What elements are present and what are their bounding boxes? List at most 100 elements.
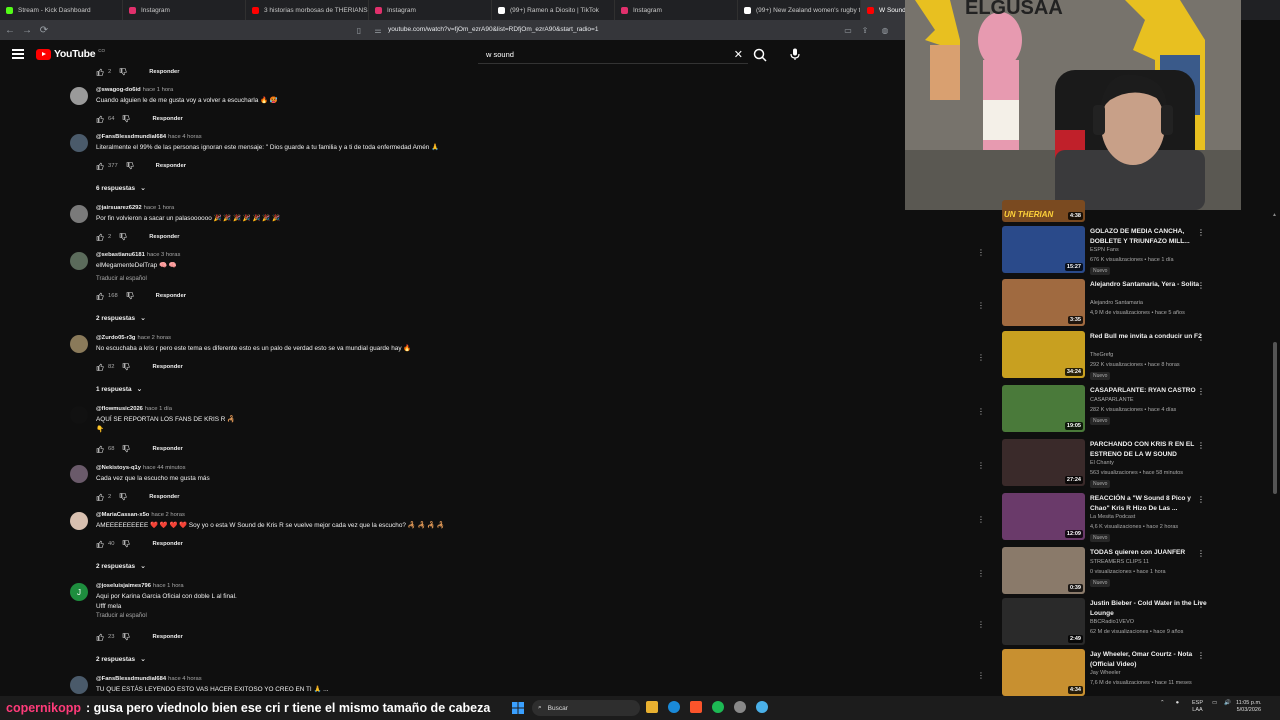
extension-icon[interactable]: ◍ [880, 25, 890, 35]
browser-tab[interactable]: (99+) New Zealand women's rugby te [738, 0, 861, 20]
forward-icon[interactable]: → [20, 23, 34, 37]
video-thumbnail[interactable]: 0:39 [1002, 547, 1085, 594]
video-title[interactable]: GOLAZO DE MEDIA CANCHA, DOBLETE Y TRIUNF… [1090, 227, 1210, 246]
settings-icon[interactable] [734, 701, 746, 713]
recommendation-item[interactable]: 34:24 Red Bull me invita a conducir un F2… [1002, 331, 1242, 383]
spotify-icon[interactable] [712, 701, 724, 713]
reload-icon[interactable]: ⟳ [37, 23, 51, 37]
youtube-logo[interactable]: YouTube CO [36, 48, 105, 60]
more-options-icon[interactable]: ⋮ [1197, 441, 1205, 450]
brave-icon[interactable] [690, 701, 702, 713]
avatar[interactable] [70, 676, 88, 694]
windows-start-icon[interactable] [512, 701, 524, 714]
view-replies-button[interactable]: 2 respuestas ⌄ [96, 314, 146, 323]
channel-name[interactable]: TheGrefg [1090, 352, 1113, 358]
video-thumbnail[interactable]: 3:35 [1002, 279, 1085, 326]
reply-button[interactable]: Responder [156, 163, 186, 169]
avatar[interactable] [70, 205, 88, 223]
more-options-icon[interactable]: ⋮ [1197, 600, 1205, 609]
like-icon[interactable] [96, 363, 104, 371]
more-options-icon[interactable]: ⋮ [1197, 495, 1205, 504]
comment-time[interactable]: hace 1 hora [153, 583, 184, 589]
reply-button[interactable]: Responder [149, 234, 179, 240]
avatar[interactable] [70, 406, 88, 424]
browser-tab[interactable]: (99+) Ramen a Diosito | TikTok [492, 0, 615, 20]
translate-link[interactable]: Traducir al español [96, 613, 147, 619]
like-icon[interactable] [96, 68, 104, 76]
taskbar-search[interactable]: ⌕ Buscar [532, 700, 640, 716]
avatar[interactable] [70, 512, 88, 530]
more-options-icon[interactable]: ⋮ [1197, 228, 1205, 237]
dislike-icon[interactable] [122, 444, 130, 453]
dislike-icon[interactable] [122, 539, 130, 548]
more-options-icon[interactable]: ⋮ [1197, 549, 1205, 558]
video-title[interactable]: Justin Bieber - Cold Water in the Live L… [1090, 599, 1210, 618]
comment-time[interactable]: hace 3 horas [147, 252, 181, 258]
translate-link[interactable]: Traducir al español [96, 276, 147, 282]
browser-tab[interactable]: Instagram [123, 0, 246, 20]
like-icon[interactable] [96, 445, 104, 453]
comment-username[interactable]: @sebastianu6181 [96, 252, 145, 258]
video-title[interactable]: CASAPARLANTE: RYAN CASTRO [1090, 386, 1210, 396]
comment-username[interactable]: @flowmusic2026 [96, 406, 143, 412]
view-replies-button[interactable]: 1 respuesta ⌄ [96, 385, 142, 394]
comment-time[interactable]: hace 1 día [145, 406, 172, 412]
comment-time[interactable]: hace 2 horas [151, 512, 185, 518]
more-options-icon[interactable]: ⋮ [977, 569, 985, 578]
comment-username[interactable]: @Nekistoys-q1y [96, 465, 141, 471]
browser-tab[interactable]: 3 historias morbosas de THERIANS [246, 0, 369, 20]
like-icon[interactable] [96, 115, 104, 123]
recommendation-item[interactable]: 19:05 CASAPARLANTE: RYAN CASTRO CASAPARLAN… [1002, 385, 1242, 437]
video-thumbnail[interactable]: 19:05 [1002, 385, 1085, 432]
dislike-icon[interactable] [126, 291, 134, 300]
view-replies-button[interactable]: 2 respuestas ⌄ [96, 655, 146, 664]
like-icon[interactable] [96, 633, 104, 641]
video-title[interactable]: Alejandro Santamaria, Yera - Solita [1090, 280, 1210, 290]
avatar[interactable] [70, 87, 88, 105]
avatar[interactable] [70, 465, 88, 483]
comment-username[interactable]: @swagog-do6id [96, 87, 141, 93]
comment-time[interactable]: hace 44 minutos [143, 465, 186, 471]
recommendation-item[interactable]: 4:34 Jay Wheeler, Omar Courtz - Nota (Off… [1002, 649, 1242, 701]
reply-button[interactable]: Responder [152, 364, 182, 370]
bookmark-icon[interactable]: ▯ [354, 25, 364, 35]
avatar[interactable] [70, 134, 88, 152]
more-options-icon[interactable]: ⋮ [977, 671, 985, 680]
channel-name[interactable]: El Chanty [1090, 460, 1114, 466]
search-input[interactable]: w sound ✕ [478, 46, 748, 64]
more-options-icon[interactable]: ⋮ [977, 515, 985, 524]
more-options-icon[interactable]: ⋮ [977, 301, 985, 310]
app-icon[interactable] [756, 701, 768, 713]
more-options-icon[interactable]: ⋮ [977, 620, 985, 629]
comment-time[interactable]: hace 4 horas [168, 134, 202, 140]
dislike-icon[interactable] [119, 67, 127, 76]
like-icon[interactable] [96, 162, 104, 170]
dislike-icon[interactable] [119, 232, 127, 241]
scrollbar-arrow-icon[interactable]: ▲ [1272, 212, 1277, 218]
browser-tab[interactable]: Stream - Kick Dashboard [0, 0, 123, 20]
comment-username[interactable]: @FansBlessdmundial684 [96, 134, 166, 140]
dislike-icon[interactable] [122, 114, 130, 123]
recommendation-partial[interactable]: UN THERIAN 4:38 [1002, 200, 1242, 222]
reply-button[interactable]: Responder [152, 116, 182, 122]
file-explorer-icon[interactable] [646, 701, 658, 713]
video-thumbnail[interactable]: 4:34 [1002, 649, 1085, 696]
reply-button[interactable]: Responder [152, 634, 182, 640]
like-icon[interactable] [96, 540, 104, 548]
site-info-icon[interactable]: ⚌ [373, 25, 383, 35]
share-icon[interactable]: ⇪ [860, 25, 870, 35]
video-title[interactable]: REACCIÓN a "W Sound 8 Pico y Chao" Kris … [1090, 494, 1210, 513]
back-icon[interactable]: ← [3, 23, 17, 37]
more-options-icon[interactable]: ⋮ [1197, 281, 1205, 290]
video-thumbnail[interactable]: 34:24 [1002, 331, 1085, 378]
video-thumbnail[interactable]: 15:27 [1002, 226, 1085, 273]
tray-icon[interactable]: ⏺ [1176, 700, 1179, 707]
reply-button[interactable]: Responder [152, 541, 182, 547]
video-title[interactable]: Red Bull me invita a conducir un F2 [1090, 332, 1210, 342]
dislike-icon[interactable] [122, 632, 130, 641]
microphone-icon[interactable] [788, 47, 802, 61]
dislike-icon[interactable] [119, 492, 127, 501]
comment-username[interactable]: @Zurdo05-r3g [96, 335, 135, 341]
channel-name[interactable]: La Mesita Podcast [1090, 514, 1135, 520]
more-options-icon[interactable]: ⋮ [977, 248, 985, 257]
